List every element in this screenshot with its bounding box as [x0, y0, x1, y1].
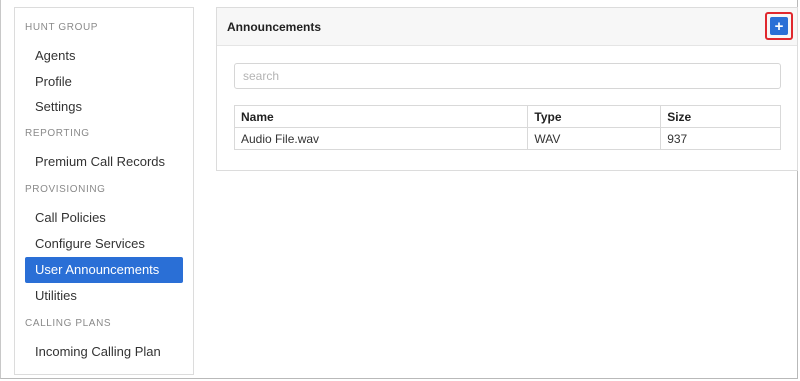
- section-header-reporting: REPORTING: [25, 128, 90, 139]
- cell-size: 937: [660, 127, 781, 150]
- sidebar-item-profile[interactable]: Profile: [25, 69, 183, 95]
- cell-name: Audio File.wav: [233, 127, 529, 150]
- section-header-calling-plans: CALLING PLANS: [25, 318, 112, 329]
- table-header-row: Name Type Size: [233, 105, 781, 128]
- sidebar-item-configure-services[interactable]: Configure Services: [25, 231, 183, 257]
- sidebar-item-settings[interactable]: Settings: [25, 94, 183, 120]
- panel-title: Announcements: [227, 20, 322, 34]
- column-header-size[interactable]: Size: [660, 105, 781, 128]
- column-header-name[interactable]: Name: [233, 105, 529, 128]
- sidebar-item-premium-call-records[interactable]: Premium Call Records: [25, 149, 183, 175]
- announcements-panel: Announcements + Name Type Size Audio Fil…: [216, 7, 798, 171]
- panel-header: Announcements +: [217, 8, 797, 46]
- sidebar-item-user-announcements[interactable]: User Announcements: [25, 257, 183, 283]
- table-row[interactable]: Audio File.wav WAV 937: [233, 127, 781, 150]
- search-input[interactable]: [234, 63, 781, 89]
- column-header-type[interactable]: Type: [527, 105, 662, 128]
- announcements-table: Name Type Size Audio File.wav WAV 937: [233, 105, 781, 150]
- section-header-provisioning: PROVISIONING: [25, 184, 106, 195]
- sidebar: HUNT GROUP Agents Profile Settings REPOR…: [14, 7, 194, 375]
- sidebar-item-agents[interactable]: Agents: [25, 43, 183, 69]
- sidebar-item-call-policies[interactable]: Call Policies: [25, 205, 183, 231]
- section-header-hunt-group: HUNT GROUP: [25, 22, 99, 33]
- sidebar-item-utilities[interactable]: Utilities: [25, 283, 183, 309]
- add-announcement-button[interactable]: +: [770, 17, 788, 35]
- sidebar-item-incoming-calling-plan[interactable]: Incoming Calling Plan: [25, 339, 183, 365]
- cell-type: WAV: [527, 127, 662, 150]
